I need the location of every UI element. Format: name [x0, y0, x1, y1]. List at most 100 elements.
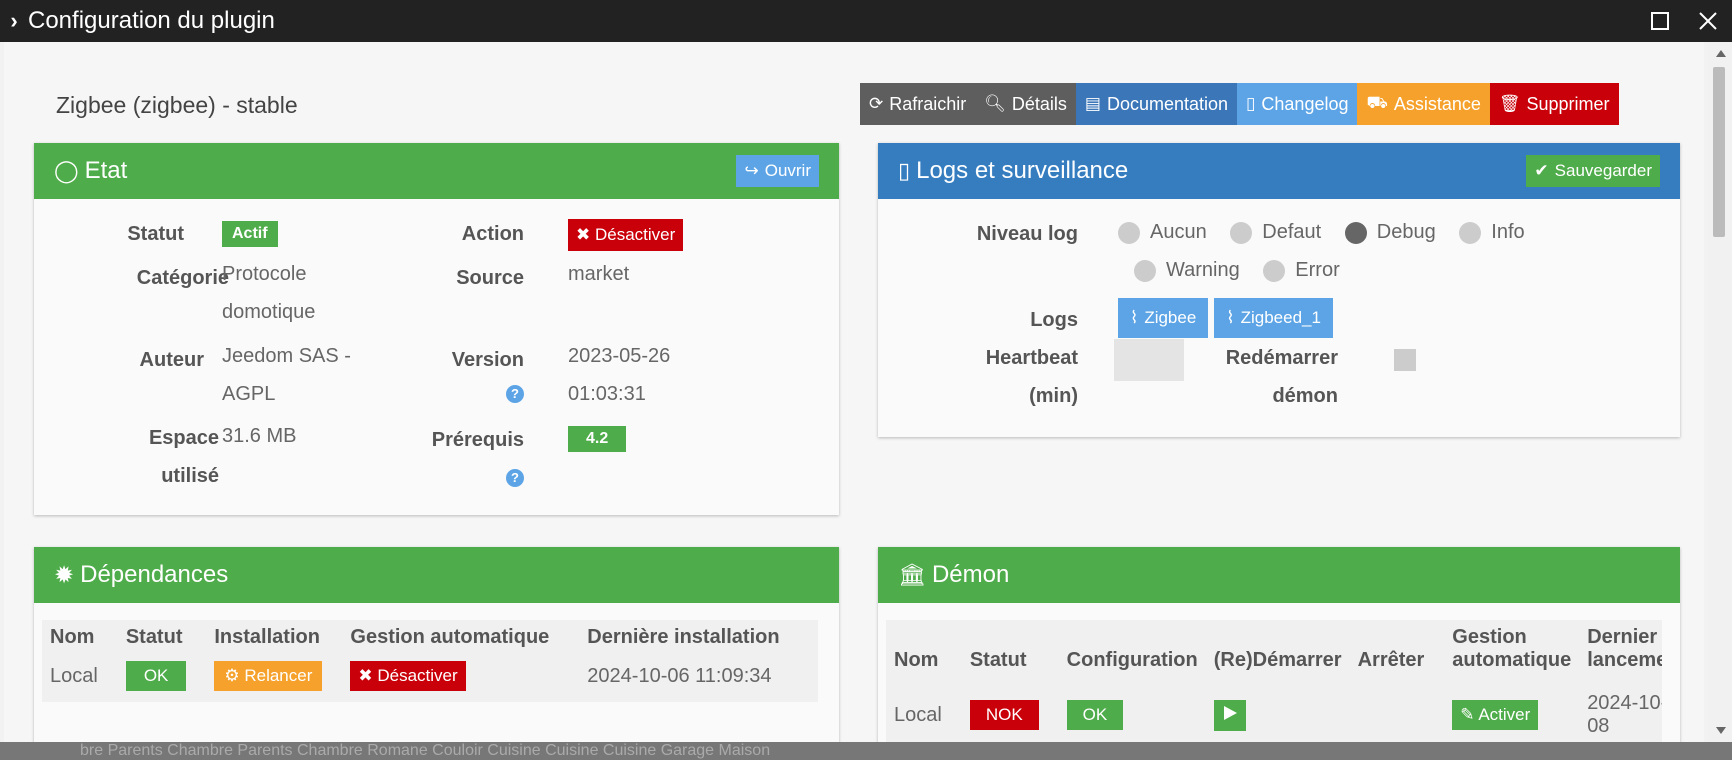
table-header-row: Nom Statut Configuration (Re)Démarrer Ar…: [886, 620, 1662, 678]
dependances-panel: ✹ Dépendances Nom Statut Installation Ge…: [34, 547, 839, 742]
share-icon: ↪: [744, 161, 759, 180]
version-label: Version: [451, 349, 524, 371]
log-level-defaut[interactable]: Defaut: [1230, 221, 1321, 244]
heartbeat-input[interactable]: [1114, 339, 1184, 381]
log-level-aucun[interactable]: Aucun: [1118, 221, 1207, 244]
statut-label: Statut: [127, 223, 184, 245]
scroll-down-icon[interactable]: [1716, 727, 1726, 734]
heartbeat-label-line2: (min): [1029, 385, 1078, 407]
demon-header: 🏛︎ Démon: [878, 547, 1680, 603]
col-nom: Nom: [50, 626, 95, 648]
logs-panel: ▯ Logs et surveillance ✔ Sauvegarder Nive…: [878, 143, 1680, 437]
col-statut: Statut: [969, 649, 1027, 671]
dependances-table: Nom Statut Installation Gestion automati…: [42, 620, 788, 697]
title-bar: › Configuration du plugin: [0, 0, 1732, 42]
chevron-right-icon[interactable]: ›: [0, 8, 28, 34]
espace-label-line2: utilisé: [161, 465, 219, 487]
dependances-header: ✹ Dépendances: [34, 547, 839, 603]
logs-title: Logs et surveillance: [916, 157, 1129, 184]
log-level-row-2: Warning Error: [1134, 259, 1358, 288]
search-icon: 🔍︎: [984, 94, 1006, 113]
etat-deactivate-button[interactable]: ✖ Désactiver: [568, 219, 684, 251]
categorie-value-line1: Protocole: [222, 263, 307, 285]
changelog-button[interactable]: ▯ Changelog: [1237, 83, 1358, 125]
heartbeat-label-line1: Heartbeat: [985, 347, 1078, 369]
ambulance-icon: ⛟: [1366, 93, 1388, 112]
demon-activate-button[interactable]: ✎ Activer: [1452, 700, 1539, 730]
bicycle-icon: ⚙: [224, 666, 245, 685]
documentation-button[interactable]: ▤ Documentation: [1075, 83, 1238, 125]
etat-title: Etat: [84, 157, 128, 184]
table-header-row: Nom Statut Installation Gestion automati…: [42, 620, 788, 655]
maximize-icon: [1651, 12, 1669, 30]
action-label: Action: [461, 223, 524, 245]
version-value-line2: 01:03:31: [568, 383, 646, 405]
dialog-content: Zigbee (zigbee) - stable ⟳ Rafraichir 🔍︎ D…: [4, 42, 1704, 742]
auteur-label: Auteur: [139, 349, 204, 371]
paperclip-icon: ⌇: [1226, 308, 1235, 327]
plugin-config-window: › Configuration du plugin Zigbee (zigbee…: [0, 0, 1732, 760]
certificate-icon: ✹: [54, 561, 75, 589]
restart-daemon-checkbox[interactable]: [1394, 349, 1416, 371]
categorie-label: Catégorie: [136, 267, 229, 289]
maximize-button[interactable]: [1636, 0, 1684, 42]
prerequis-label: Prérequis: [431, 429, 524, 451]
log-zigbee-button[interactable]: ⌇ Zigbee: [1118, 298, 1209, 338]
col-redemarrer: (Re)Démarrer: [1213, 649, 1342, 671]
source-value: market: [568, 263, 630, 285]
radio-icon: [1134, 259, 1156, 282]
radio-icon: [1263, 259, 1286, 282]
etat-panel: ◯ Etat ↪ Ouvrir Statut Actif Action ✖ Dés…: [34, 143, 839, 515]
file-code-icon: ▯: [1246, 94, 1256, 113]
col-installation: Installation: [214, 626, 320, 648]
log-level-error[interactable]: Error: [1263, 259, 1340, 282]
scroll-thumb[interactable]: [1713, 67, 1725, 237]
log-level-warning[interactable]: Warning: [1134, 259, 1240, 282]
log-zigbeed1-button[interactable]: ⌇ Zigbeed_1: [1214, 298, 1333, 338]
table-row: Local OK ⚙ Relancer ✖ Désactiver 2024-10…: [42, 655, 788, 697]
logs-label: Logs: [1030, 309, 1078, 331]
demon-start-button[interactable]: [1213, 699, 1246, 731]
dep-relaunch-button[interactable]: ⚙ Relancer: [214, 661, 323, 691]
col-gestion: Gestion automatique: [1452, 626, 1572, 671]
save-button[interactable]: ✔ Sauvegarder: [1526, 155, 1660, 187]
close-button[interactable]: [1684, 0, 1732, 42]
espace-label-line1: Espace: [148, 427, 219, 449]
demon-panel: 🏛︎ Démon Nom Statut Configuration (Re)Dé…: [878, 547, 1680, 742]
source-label: Source: [456, 267, 524, 289]
log-level-row-1: Aucun Defaut Debug Info: [1118, 221, 1543, 250]
play-icon: [1223, 705, 1237, 720]
prerequis-badge: 4.2: [568, 426, 627, 452]
details-button[interactable]: 🔍︎ Détails: [975, 83, 1076, 125]
background-room-bar: bre Parents Chambre Parents Chambre Roma…: [0, 742, 1732, 760]
col-statut: Statut: [125, 626, 183, 648]
magic-icon: ✎: [1460, 705, 1479, 724]
version-help-icon[interactable]: ?: [506, 385, 524, 403]
refresh-button[interactable]: ⟳ Rafraichir: [860, 83, 976, 125]
background-rooms: bre Parents Chambre Parents Chambre Roma…: [80, 742, 771, 759]
demon-nom: Local: [894, 703, 942, 726]
dep-deactivate-button[interactable]: ✖ Désactiver: [350, 661, 466, 691]
prerequis-help-icon[interactable]: ?: [506, 469, 524, 487]
radio-icon: [1230, 221, 1253, 244]
radio-icon: [1459, 221, 1482, 244]
delete-button[interactable]: 🗑︎ Supprimer: [1489, 83, 1619, 125]
assistance-button[interactable]: ⛟ Assistance: [1357, 83, 1490, 125]
dependances-title: Dépendances: [80, 561, 229, 588]
radio-icon: [1118, 221, 1140, 244]
demon-dernier: 2024-10-08: [1587, 692, 1662, 737]
refresh-icon: ⟳: [869, 94, 884, 113]
demon-title: Démon: [931, 561, 1010, 588]
open-button[interactable]: ↪ Ouvrir: [736, 155, 819, 187]
col-derniere: Dernière installation: [587, 626, 780, 648]
log-level-info[interactable]: Info: [1459, 221, 1525, 244]
scroll-up-icon[interactable]: [1716, 50, 1726, 57]
categorie-value-line2: domotique: [222, 301, 316, 323]
vertical-scrollbar[interactable]: [1708, 42, 1732, 742]
table-row: Local NOK OK ✎ Activer 2024-10-08: [886, 678, 1662, 742]
col-arreter: Arrêter: [1357, 649, 1425, 671]
log-level-debug[interactable]: Debug: [1344, 221, 1436, 244]
col-gestion: Gestion automatique: [350, 626, 550, 648]
restart-label-line2: démon: [1272, 385, 1338, 407]
radio-selected-icon: [1344, 221, 1367, 244]
